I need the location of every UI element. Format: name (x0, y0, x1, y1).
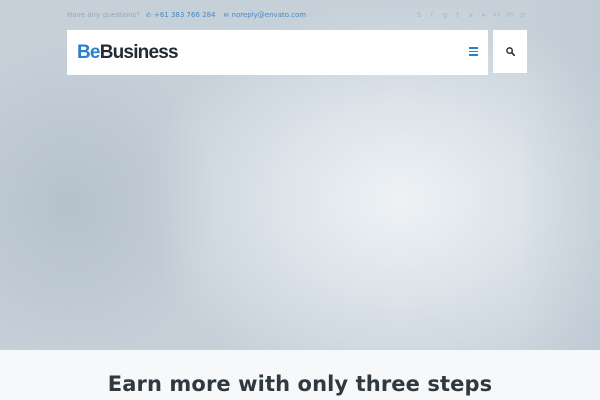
social-icons: S f g t v ▸ •• in p (415, 9, 527, 21)
email-link[interactable]: ✉ noreply@envato.com (224, 11, 307, 19)
search-button[interactable] (493, 30, 527, 73)
google-plus-icon[interactable]: g (441, 9, 449, 21)
logo-business: Business (99, 42, 179, 63)
section-title: Earn more with only three steps (107, 372, 493, 396)
menu-hamburger-icon[interactable] (466, 45, 480, 59)
mail-icon: ✉ (223, 11, 229, 19)
logo-be: Be (77, 42, 100, 63)
facebook-icon[interactable]: f (428, 9, 436, 21)
phone-link[interactable]: ✆ +61 383 766 284 (146, 11, 216, 19)
youtube-icon[interactable]: ▸ (480, 9, 488, 21)
vimeo-icon[interactable]: v (467, 9, 475, 21)
twitter-icon[interactable]: t (454, 9, 462, 21)
skype-icon[interactable]: S (415, 9, 423, 21)
email-address: noreply@envato.com (231, 11, 307, 19)
phone-number: +61 383 766 284 (153, 11, 216, 19)
question-text: Have any questions? (67, 11, 140, 19)
linkedin-icon[interactable]: in (506, 9, 514, 21)
site-header: BeBusiness (67, 30, 488, 75)
pinterest-icon[interactable]: p (519, 9, 527, 21)
phone-icon: ✆ (145, 11, 151, 19)
flickr-icon[interactable]: •• (493, 9, 501, 21)
site-logo[interactable]: BeBusiness (77, 42, 179, 63)
search-icon (506, 47, 515, 56)
